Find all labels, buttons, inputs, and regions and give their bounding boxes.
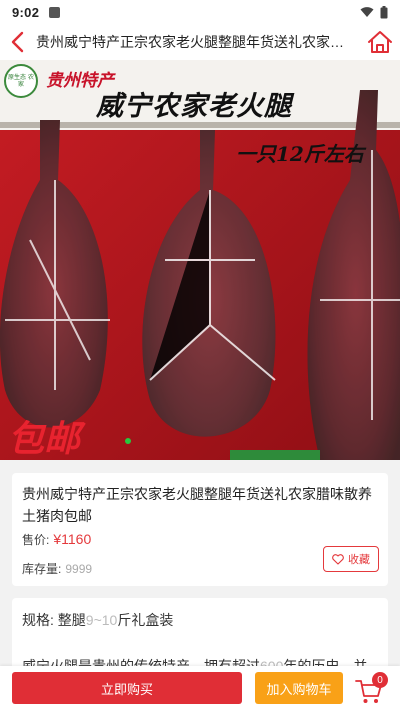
product-name: 贵州威宁特产正宗农家老火腿整腿年货送礼农家腊味散养土猪肉包邮 bbox=[22, 486, 372, 524]
banner-main-text: 威宁农家老火腿 bbox=[96, 91, 292, 122]
price-value: ¥1160 bbox=[53, 531, 92, 547]
bottom-action-bar: 立即购买 加入购物车 0 bbox=[0, 666, 400, 712]
notification-icon bbox=[49, 6, 61, 18]
stock-value: 9999 bbox=[65, 561, 93, 576]
battery-icon bbox=[380, 5, 388, 18]
banner-weight-text: 一只12斤左右 bbox=[236, 142, 364, 166]
home-icon bbox=[368, 31, 392, 53]
spec-row: 规格: 整腿9~10斤礼盒装 bbox=[22, 610, 378, 630]
top-nav-bar: 贵州威宁特产正宗农家老火腿整腿年货送礼农家腊味散养土猪肉包邮 bbox=[0, 24, 400, 60]
stock-label: 库存量: bbox=[22, 562, 62, 576]
carousel-indicator[interactable] bbox=[125, 438, 131, 444]
heart-icon bbox=[332, 553, 344, 565]
wifi-icon bbox=[360, 7, 374, 17]
chevron-left-icon bbox=[11, 31, 24, 53]
status-icons bbox=[360, 5, 388, 19]
banner-shipping-text: 包邮 bbox=[8, 418, 81, 460]
cart-button[interactable]: 0 bbox=[352, 672, 392, 706]
buy-now-button[interactable]: 立即购买 bbox=[12, 672, 242, 704]
page-title: 贵州威宁特产正宗农家老火腿整腿年货送礼农家腊味散养土猪肉包邮 bbox=[36, 34, 360, 50]
spec-value-b: 9~10 bbox=[85, 612, 118, 628]
add-to-cart-button[interactable]: 加入购物车 bbox=[255, 672, 343, 704]
status-bar: 9:02 bbox=[0, 0, 400, 24]
price-label: 售价: bbox=[22, 533, 50, 547]
spec-value-a: 整腿 bbox=[57, 612, 86, 628]
spec-label: 规格: bbox=[22, 612, 54, 628]
brand-logo: 原生态 农家 bbox=[4, 64, 38, 98]
product-detail-screen: 9:02 贵州威宁特产正宗农家老火腿整腿年货送礼农家腊味散养土猪肉包邮 bbox=[0, 0, 400, 712]
spec-value-c: 斤礼盒装 bbox=[117, 612, 174, 628]
back-button[interactable] bbox=[0, 24, 36, 60]
product-info-card: 贵州威宁特产正宗农家老火腿整腿年货送礼农家腊味散养土猪肉包邮 售价: ¥1160… bbox=[12, 473, 388, 586]
favorite-label: 收藏 bbox=[348, 554, 370, 566]
cart-count-badge: 0 bbox=[372, 672, 388, 688]
home-button[interactable] bbox=[360, 24, 400, 60]
favorite-button[interactable]: 收藏 bbox=[323, 546, 379, 572]
status-time: 9:02 bbox=[12, 4, 40, 20]
brand-logo-text: 原生态 农家 bbox=[8, 74, 34, 88]
product-image-carousel[interactable]: 原生态 农家 贵州特产 威宁农家老火腿 一只12斤左右 包邮 bbox=[0, 60, 400, 460]
